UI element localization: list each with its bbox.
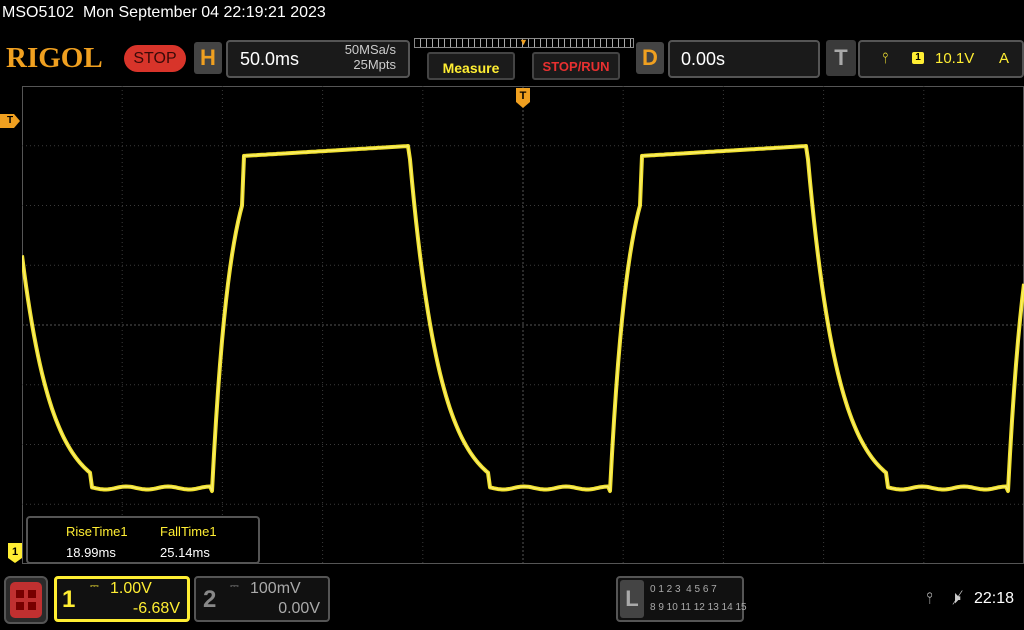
dc-coupling-icon: ⎓ xyxy=(90,580,99,592)
delay-value: 0.00s xyxy=(681,49,726,69)
channel-2-offset: 0.00V xyxy=(278,600,320,617)
horizontal-tag[interactable]: H xyxy=(194,42,222,74)
stop-run-button[interactable]: STOP/RUN xyxy=(532,52,620,80)
grid-lines xyxy=(22,86,1024,564)
trigger-level-value: 10.1V xyxy=(935,50,975,67)
channel-2-number: 2 xyxy=(203,586,217,613)
channel-1-offset: -6.68V xyxy=(132,600,180,617)
logic-channels-row: 0 1 2 3 4 5 6 7 xyxy=(650,584,717,595)
channel-1-scale: 1.00V xyxy=(110,580,152,597)
rising-edge-icon: ⫯ xyxy=(882,50,889,67)
speaker-muted-icon[interactable]: 🕨̸ xyxy=(950,588,961,608)
trigger-level-marker[interactable]: T xyxy=(0,114,20,128)
run-state-badge[interactable]: STOP xyxy=(124,45,186,72)
usb-icon: ⫯ xyxy=(926,590,933,607)
delay-tag[interactable]: D xyxy=(636,42,664,74)
measurement-label: RiseTime1 xyxy=(66,524,128,539)
datetime: Mon September 04 22:19:21 2023 xyxy=(82,4,326,21)
brand-logo: RIGOL xyxy=(6,42,103,74)
waveform-grid[interactable] xyxy=(22,86,1024,564)
channel-2-scale: 100mV xyxy=(250,580,301,597)
memory-depth: 25Mpts xyxy=(353,57,396,72)
sample-rate: 50MSa/s xyxy=(344,42,396,57)
logic-channels-row: 8 9 10 11 12 13 14 15 xyxy=(650,602,747,613)
ch1-offset-marker[interactable]: 1 xyxy=(8,543,22,563)
trigger-mode: A xyxy=(999,50,1010,67)
trigger-source-badge: 1 xyxy=(912,52,924,64)
dc-coupling-icon: ⎓ xyxy=(230,580,239,592)
model-name: MSO5102 xyxy=(2,4,75,21)
timebase-value: 50.0ms xyxy=(240,49,300,69)
measurement-value: 18.99ms xyxy=(66,545,116,560)
measurement-value: 25.14ms xyxy=(160,545,210,560)
menu-grid-button[interactable] xyxy=(4,576,48,624)
title-line: MSO5102 Mon September 04 22:19:21 2023 xyxy=(2,4,326,22)
measure-button[interactable]: Measure xyxy=(427,52,515,80)
logic-tag[interactable]: L xyxy=(620,580,644,618)
trigger-tag[interactable]: T xyxy=(826,40,856,76)
measurement-panel[interactable] xyxy=(26,516,260,564)
app-grid-icon xyxy=(10,582,42,618)
system-clock: 22:18 xyxy=(974,590,1015,607)
memory-position-icon: ▼ xyxy=(519,37,528,47)
channel-1-number: 1 xyxy=(62,586,76,613)
measurement-label: FallTime1 xyxy=(160,524,217,539)
